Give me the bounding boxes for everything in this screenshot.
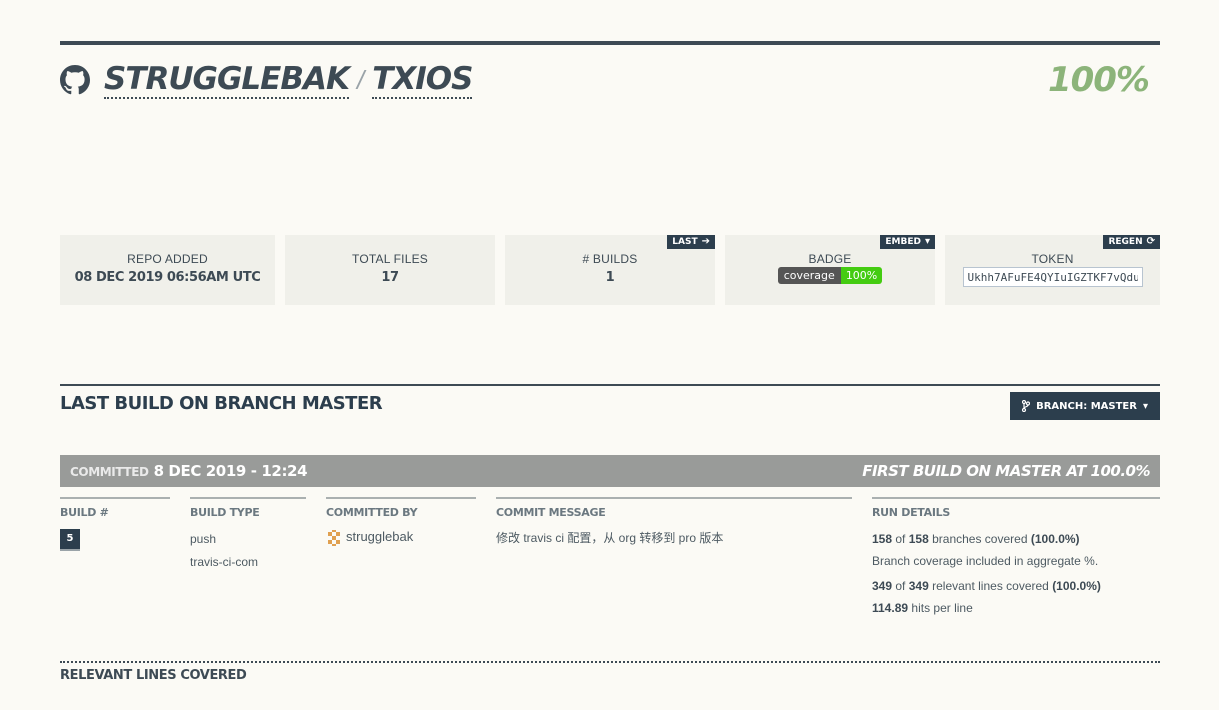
branch-label: BRANCH: MASTER [1036, 400, 1137, 412]
stat-label: # BUILDS [582, 252, 638, 266]
branches-covered-count: 158 [872, 532, 893, 546]
of-word: of [895, 532, 906, 546]
token-field[interactable] [962, 267, 1143, 287]
refresh-icon: ⟳ [1146, 236, 1155, 247]
lines-covered: 349 of 349 relevant lines covered (100.0… [872, 579, 1160, 593]
of-word: of [895, 579, 906, 593]
section-title: LAST BUILD ON BRANCH MASTER [60, 393, 383, 414]
stat-label: REPO ADDED [127, 252, 208, 266]
embed-label: EMBED [885, 237, 921, 247]
hits-value: 114.89 [872, 601, 909, 615]
stat-token: REGEN ⟳ TOKEN [945, 235, 1160, 305]
column-header: BUILD # [60, 506, 109, 519]
branch-select-button[interactable]: BRANCH: MASTER ▾ [1010, 392, 1160, 420]
regen-label: REGEN [1108, 237, 1143, 247]
run-details-column: RUN DETAILS 158 of 158 branches covered … [872, 497, 1160, 615]
caret-down-icon: ▾ [1142, 400, 1148, 412]
badge-left: coverage [777, 267, 841, 284]
stat-value: 17 [381, 270, 399, 285]
ci-service: travis-ci-com [190, 555, 258, 569]
lines-text: relevant lines covered [932, 579, 1049, 593]
build-number-link[interactable]: 5 [60, 529, 80, 551]
coverage-percentage: 100% [1047, 60, 1150, 100]
lines-percent: (100.0%) [1052, 579, 1101, 593]
commit-message-column: COMMIT MESSAGE 修改 travis ci 配置，从 org 转移到… [496, 497, 852, 546]
branches-percent: (100.0%) [1030, 532, 1080, 546]
last-build-link[interactable]: LAST ➔ [667, 235, 715, 249]
committed-label: COMMITTED [70, 465, 149, 479]
stat-value: 1 [605, 270, 615, 285]
stat-value: 08 DEC 2019 06:56AM UTC [74, 270, 261, 285]
last-label: LAST [672, 237, 698, 247]
section-rule [60, 384, 1160, 386]
column-header: RUN DETAILS [872, 506, 950, 519]
dotted-rule [60, 661, 1160, 663]
column-header: COMMIT MESSAGE [496, 506, 606, 519]
branches-total-count: 158 [908, 532, 929, 546]
lines-total-count: 349 [908, 579, 929, 593]
committed-by-column: COMMITTED BY strugglebak [326, 497, 476, 546]
build-summary: FIRST BUILD ON MASTER AT 100.0% [862, 462, 1150, 480]
commit-message: 修改 travis ci 配置，从 org 转移到 pro 版本 [496, 531, 724, 545]
regen-token-button[interactable]: REGEN ⟳ [1103, 235, 1160, 249]
repo-title: STRUGGLEBAK / TXIOS [60, 58, 473, 102]
lines-covered-count: 349 [872, 579, 893, 593]
column-header: COMMITTED BY [326, 506, 418, 519]
build-number-column: BUILD # 5 [60, 497, 170, 551]
hits-text: hits per line [911, 601, 973, 615]
embed-dropdown-button[interactable]: EMBED ▾ [880, 235, 935, 249]
github-icon [60, 65, 90, 95]
column-header: BUILD TYPE [190, 506, 260, 519]
stat-label: TOKEN [1031, 252, 1074, 266]
hits-per-line: 114.89 hits per line [872, 601, 1160, 615]
branches-text: branches covered [932, 532, 1028, 546]
branch-icon [1022, 400, 1031, 412]
stat-total-files: TOTAL FILES 17 [285, 235, 495, 305]
repo-owner-link[interactable]: STRUGGLEBAK [104, 61, 350, 99]
stat-label: TOTAL FILES [352, 252, 428, 266]
relevant-lines-title: RELEVANT LINES COVERED [60, 668, 247, 683]
stat-label: BADGE [808, 252, 852, 266]
committer: strugglebak [326, 529, 476, 546]
arrow-circle-right-icon: ➔ [701, 236, 710, 247]
branches-covered: 158 of 158 branches covered (100.0%) [872, 532, 1160, 546]
avatar [326, 529, 342, 546]
commit-bar: COMMITTED 8 DEC 2019 - 12:24 FIRST BUILD… [60, 455, 1160, 487]
build-type: push [190, 532, 217, 546]
repo-separator: / [356, 64, 365, 95]
stat-builds: LAST ➔ # BUILDS 1 [505, 235, 715, 305]
caret-down-icon: ▾ [924, 236, 930, 247]
top-rule [60, 41, 1160, 45]
stat-repo-added: REPO ADDED 08 DEC 2019 06:56AM UTC [60, 235, 275, 305]
stat-badge: EMBED ▾ BADGE coverage 100% [725, 235, 935, 305]
build-type-column: BUILD TYPE push travis-ci-com [190, 497, 306, 569]
badge-right: 100% [840, 267, 883, 284]
aggregate-note: Branch coverage included in aggregate %. [872, 554, 1099, 568]
repo-name-link[interactable]: TXIOS [372, 61, 473, 99]
committer-name: strugglebak [346, 529, 414, 544]
commit-date: 8 DEC 2019 - 12:24 [153, 462, 308, 480]
coverage-badge[interactable]: coverage 100% [777, 267, 883, 284]
